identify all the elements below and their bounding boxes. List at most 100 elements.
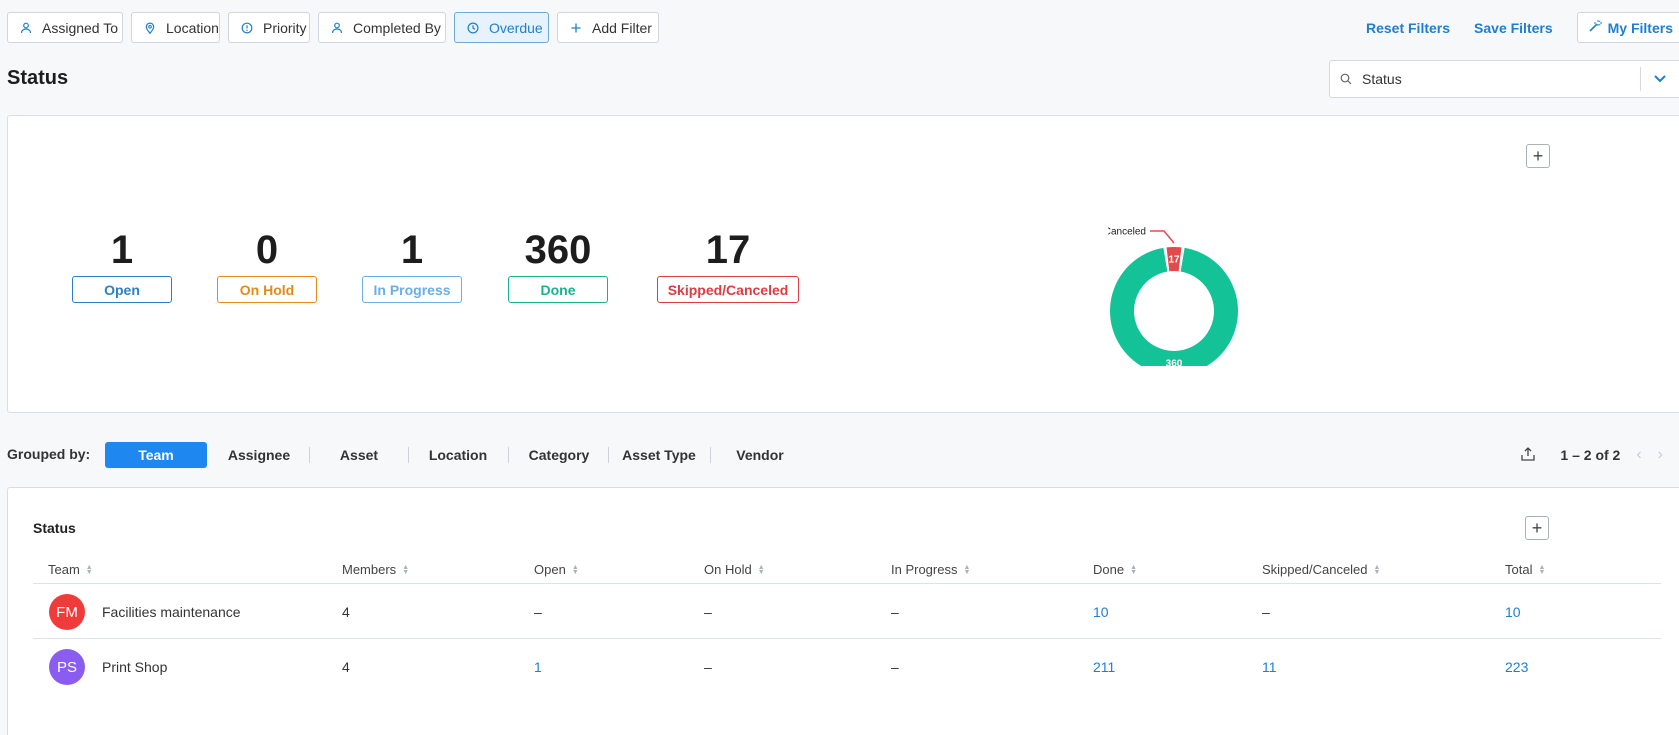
column-header-total[interactable]: Total ▲ ▼ xyxy=(1505,562,1545,577)
magic-wand-icon xyxy=(1588,19,1602,36)
team-name[interactable]: Print Shop xyxy=(102,659,167,675)
my-filters-button[interactable]: My Filters xyxy=(1576,12,1679,43)
stat-value: 17 xyxy=(705,228,751,272)
column-header-members[interactable]: Members ▲ ▼ xyxy=(342,562,409,577)
filter-label: Location xyxy=(166,19,219,36)
tab-divider xyxy=(608,447,609,463)
chevron-left-icon[interactable]: ‹ xyxy=(1636,446,1641,464)
stat-skipped-canceled: 17 Skipped/Canceled xyxy=(657,228,799,303)
tab-divider xyxy=(408,447,409,463)
group-tab-asset[interactable]: Asset xyxy=(317,442,401,468)
table-title: Status xyxy=(33,520,76,536)
column-header-skipped-canceled[interactable]: Skipped/Canceled ▲ ▼ xyxy=(1262,562,1380,577)
priority-icon xyxy=(241,22,253,34)
group-tab-vendor[interactable]: Vendor xyxy=(715,442,805,468)
filter-bar: Assigned To Location Priority Completed … xyxy=(7,12,659,43)
search-icon xyxy=(1330,73,1362,85)
stat-done: 360 Done xyxy=(508,228,608,303)
add-widget-button[interactable]: + xyxy=(1525,516,1549,540)
filter-label: Completed By xyxy=(353,19,441,36)
in-progress-count: – xyxy=(891,659,899,675)
open-count[interactable]: 1 xyxy=(534,659,542,675)
clock-icon xyxy=(467,21,479,34)
filter-label: Add Filter xyxy=(592,19,652,36)
donut-callout-label: Skipped/Canceled xyxy=(1108,227,1146,238)
group-tab-location[interactable]: Location xyxy=(415,442,501,468)
team-name[interactable]: Facilities maintenance xyxy=(102,604,241,620)
pagination: 1 – 2 of 2 ‹ › xyxy=(1520,442,1679,468)
column-header-team[interactable]: Team ▲ ▼ xyxy=(48,562,93,577)
filter-label: Assigned To xyxy=(42,19,119,36)
column-header-on-hold[interactable]: On Hold ▲ ▼ xyxy=(704,562,765,577)
my-filters-label: My Filters xyxy=(1607,19,1673,36)
skipped-count: – xyxy=(1262,604,1270,620)
add-widget-button[interactable]: + xyxy=(1526,144,1550,168)
status-select-value: Status xyxy=(1362,71,1402,87)
total-count[interactable]: 223 xyxy=(1505,659,1528,675)
column-header-in-progress[interactable]: In Progress ▲ ▼ xyxy=(891,562,970,577)
sort-icon: ▲ ▼ xyxy=(963,563,971,576)
filter-completed-by[interactable]: Completed By xyxy=(318,12,446,43)
group-by-bar: Grouped by: Team Assignee Asset Location… xyxy=(7,442,1679,468)
on-hold-count: – xyxy=(704,604,712,620)
location-pin-icon xyxy=(144,22,156,34)
donut-data-label: 17 xyxy=(1168,255,1180,266)
sort-icon: ▲ ▼ xyxy=(402,563,410,576)
reset-filters-button[interactable]: Reset Filters xyxy=(1366,20,1450,36)
table-divider xyxy=(33,638,1661,639)
person-icon xyxy=(331,22,343,34)
tab-divider xyxy=(710,447,711,463)
tab-divider xyxy=(508,447,509,463)
stat-in-progress: 1 In Progress xyxy=(362,228,462,303)
avatar: PS xyxy=(49,649,85,685)
export-icon[interactable] xyxy=(1520,446,1536,465)
donut-data-label: 360 xyxy=(1166,359,1183,367)
members-count: 4 xyxy=(342,659,350,675)
stat-value: 0 xyxy=(255,228,279,272)
status-badge-done: Done xyxy=(508,276,608,303)
in-progress-count: – xyxy=(891,604,899,620)
page-title: Status xyxy=(7,67,69,89)
status-select[interactable]: Status xyxy=(1329,60,1679,98)
sort-icon: ▲ ▼ xyxy=(757,563,765,576)
filter-priority[interactable]: Priority xyxy=(228,12,310,43)
members-count: 4 xyxy=(342,604,350,620)
sort-icon: ▲ ▼ xyxy=(1538,563,1546,576)
chevron-right-icon[interactable]: › xyxy=(1658,446,1663,464)
table-divider xyxy=(33,583,1661,584)
total-count[interactable]: 10 xyxy=(1505,604,1521,620)
column-header-done[interactable]: Done ▲ ▼ xyxy=(1093,562,1137,577)
sort-icon: ▲ ▼ xyxy=(1373,563,1381,576)
filter-overdue[interactable]: Overdue xyxy=(454,12,549,43)
column-header-open[interactable]: Open ▲ ▼ xyxy=(534,562,579,577)
sort-icon: ▲ ▼ xyxy=(571,563,579,576)
skipped-count[interactable]: 11 xyxy=(1262,659,1277,675)
status-badge-skipped-canceled: Skipped/Canceled xyxy=(657,276,799,303)
filter-actions: Reset Filters Save Filters My Filters xyxy=(1366,12,1679,43)
status-badge-open: Open xyxy=(72,276,172,303)
done-count[interactable]: 10 xyxy=(1093,604,1109,620)
group-tab-category[interactable]: Category xyxy=(515,442,603,468)
filter-assigned-to[interactable]: Assigned To xyxy=(7,12,123,43)
sort-icon: ▲ ▼ xyxy=(85,563,93,576)
add-filter-button[interactable]: Add Filter xyxy=(557,12,659,43)
donut-callout-line xyxy=(1150,230,1175,244)
save-filters-button[interactable]: Save Filters xyxy=(1474,20,1553,36)
tab-divider xyxy=(309,447,310,463)
plus-icon xyxy=(570,22,582,34)
status-table-card: Status + Team ▲ ▼ Members ▲ ▼ Open ▲ ▼ On Hold… xyxy=(7,487,1679,735)
filter-label: Overdue xyxy=(489,19,543,36)
filter-label: Priority xyxy=(263,19,307,36)
group-tab-assignee[interactable]: Assignee xyxy=(217,442,301,468)
filter-location[interactable]: Location xyxy=(131,12,220,43)
status-donut-chart: 17Skipped/Canceled360Done xyxy=(1108,227,1238,367)
avatar: FM xyxy=(49,594,85,630)
stat-on-hold: 0 On Hold xyxy=(217,228,317,303)
chevron-down-icon[interactable] xyxy=(1641,75,1679,83)
open-count: – xyxy=(534,604,542,620)
group-tab-team[interactable]: Team xyxy=(105,442,207,468)
group-tab-asset-type[interactable]: Asset Type xyxy=(612,442,706,468)
done-count[interactable]: 211 xyxy=(1093,659,1115,675)
status-badge-on-hold: On Hold xyxy=(217,276,317,303)
stat-open: 1 Open xyxy=(72,228,172,303)
